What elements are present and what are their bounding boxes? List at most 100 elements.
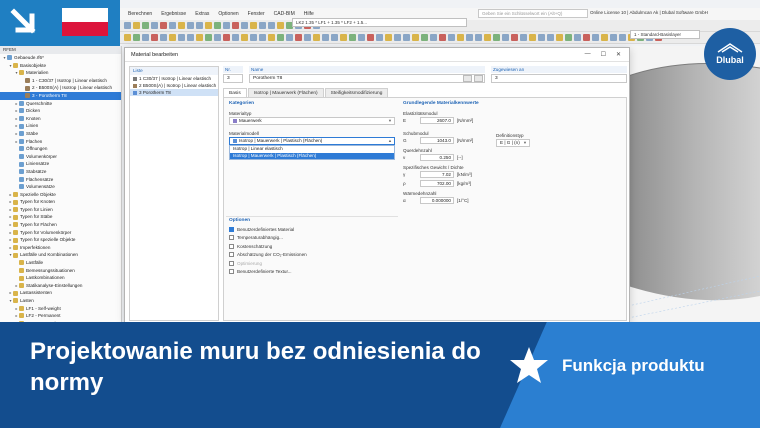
toolbar-button-icon[interactable] (214, 22, 221, 29)
toolbar-button-icon[interactable] (133, 22, 140, 29)
tree-item[interactable]: ▸ Typen für Stäbe (0, 213, 121, 221)
toolbar-button-icon[interactable] (277, 22, 284, 29)
tree-item[interactable]: Lastkombinationen (0, 274, 121, 282)
menu-item[interactable]: CAD-BIM (274, 11, 295, 17)
tree-item[interactable]: ▸ Typen für spezielle Objekte (0, 236, 121, 244)
toolbar-button-icon[interactable] (403, 34, 410, 41)
minimize-icon[interactable]: — (585, 51, 591, 58)
toolbar-button-icon[interactable] (241, 34, 248, 41)
toolbar-button-icon[interactable] (160, 34, 167, 41)
checkbox-icon[interactable] (229, 243, 234, 249)
toolbar-button-icon[interactable] (187, 22, 194, 29)
tree-item[interactable]: ▸ Flächen (0, 138, 121, 146)
toolbar-button-icon[interactable] (574, 34, 581, 41)
dialog-tab[interactable]: Isotrop | Mauerwerk (Flächen) (247, 88, 324, 97)
e-modulus-input[interactable]: 2607.0 (420, 117, 454, 124)
toolbar-button-icon[interactable] (385, 34, 392, 41)
model-viewport[interactable] (628, 46, 760, 322)
toolbar-button-icon[interactable] (349, 34, 356, 41)
tree-item[interactable]: ▸ LF1 - Self-weight (0, 305, 121, 313)
toolbar-button-icon[interactable] (601, 34, 608, 41)
toolbar-button-icon[interactable] (304, 34, 311, 41)
toolbar-button-icon[interactable] (214, 34, 221, 41)
tree-item[interactable]: ▸ Spezielle Objekte (0, 191, 121, 199)
toolbar-button-icon[interactable] (250, 22, 257, 29)
material-list-item[interactable]: 3 Porotherm T8 (130, 89, 218, 96)
toolbar-button-icon[interactable] (196, 34, 203, 41)
poisson-input[interactable]: 0.250 (420, 154, 454, 161)
toolbar-button-icon[interactable] (358, 34, 365, 41)
toolbar-button-icon[interactable] (322, 34, 329, 41)
toolbar-button-icon[interactable] (277, 34, 284, 41)
tree-item[interactable]: ▾ Gebaeude.rf6* (0, 54, 121, 62)
menu-item[interactable]: Hilfe (304, 11, 314, 17)
toolbar-button-icon[interactable] (547, 34, 554, 41)
checked-checkbox-icon[interactable] (229, 226, 234, 232)
edit-name-icon[interactable] (463, 75, 472, 82)
toolbar-button-icon[interactable] (205, 34, 212, 41)
search-input[interactable]: Geben Sie ein Schlüsselwort ein (Alt+Q) (478, 9, 588, 18)
tree-item[interactable]: ▾ Lasten (0, 297, 121, 305)
material-type-select[interactable]: Mauerwerk ▼ (229, 117, 395, 125)
tree-item[interactable]: Öffnungen (0, 145, 121, 153)
toolbar-button-icon[interactable] (493, 34, 500, 41)
maximize-icon[interactable]: ☐ (601, 51, 606, 58)
tree-item[interactable]: ▸ LF2 - Permanent (0, 312, 121, 320)
toolbar-button-icon[interactable] (259, 34, 266, 41)
number-field[interactable]: 3 (223, 74, 243, 83)
toolbar-button-icon[interactable] (484, 34, 491, 41)
close-icon[interactable]: ✕ (616, 51, 621, 58)
option-checkbox-row[interactable]: Benutzerdefinierte Textur... (226, 268, 398, 277)
tree-item[interactable]: ▸ Typen für Volumenkörper (0, 229, 121, 237)
toolbar-button-icon[interactable] (151, 34, 158, 41)
alpha-input[interactable]: 0.000000 (420, 197, 454, 204)
tree-item[interactable]: ▸ Statikanalyse-Einstellungen (0, 282, 121, 290)
tree-item[interactable]: ▸ Querschnitte (0, 100, 121, 108)
toolbar-button-icon[interactable] (259, 22, 266, 29)
toolbar-button-icon[interactable] (421, 34, 428, 41)
definition-type-select[interactable]: E | G | (n) ▼ (496, 139, 530, 147)
toolbar-button-icon[interactable] (169, 34, 176, 41)
tree-item[interactable]: Bemessungssituationen (0, 267, 121, 275)
tree-item[interactable]: ▸ Lastassistenten (0, 289, 121, 297)
basis-layer-select[interactable]: 1 - Standard-Basislayer (630, 30, 700, 39)
material-model-select[interactable]: Isotrop | Mauerwerk | Plastisch (Flächen… (229, 137, 395, 145)
toolbar-button-icon[interactable] (340, 34, 347, 41)
tree-item[interactable]: ▸ Linien (0, 122, 121, 130)
toolbar-button-icon[interactable] (142, 22, 149, 29)
tree-item[interactable]: ▸ Stäbe (0, 130, 121, 138)
toolbar-button-icon[interactable] (448, 34, 455, 41)
tree-item[interactable]: 1 - C30/37 | Isotrop | Linear elastisch (0, 77, 121, 85)
toolbar-button-icon[interactable] (619, 34, 626, 41)
option-checkbox-row[interactable]: Kostenschätzung (226, 242, 398, 251)
name-field[interactable]: Porotherm T8 (249, 74, 485, 83)
toolbar-button-icon[interactable] (610, 34, 617, 41)
tree-item[interactable]: ▸ Knoten (0, 115, 121, 123)
checkbox-icon[interactable] (229, 235, 234, 241)
option-checkbox-row[interactable]: Abschätzung der CO₂-Emissionen (226, 251, 398, 260)
toolbar-button-icon[interactable] (475, 34, 482, 41)
toolbar-button-icon[interactable] (592, 34, 599, 41)
toolbar-button-icon[interactable] (223, 34, 230, 41)
toolbar-button-icon[interactable] (286, 34, 293, 41)
toolbar-button-icon[interactable] (583, 34, 590, 41)
tree-item[interactable]: Liniensätze (0, 160, 121, 168)
option-checkbox-row[interactable]: Temperaturabhängig... (226, 234, 398, 243)
dialog-tab[interactable]: Steifigkeitsmodifizierung (324, 88, 389, 97)
toolbar-button-icon[interactable] (232, 22, 239, 29)
toolbar-button-icon[interactable] (232, 34, 239, 41)
menu-item[interactable]: Fenster (248, 11, 265, 17)
toolbar-button-icon[interactable] (313, 34, 320, 41)
toolbar-button-icon[interactable] (295, 34, 302, 41)
toolbar-button-icon[interactable] (529, 34, 536, 41)
toolbar-button-icon[interactable] (511, 34, 518, 41)
tree-item[interactable]: Volumenkörper (0, 153, 121, 161)
toolbar-button-icon[interactable] (178, 22, 185, 29)
toolbar-button-icon[interactable] (124, 22, 131, 29)
dialog-tab[interactable]: Basis (223, 88, 247, 97)
tree-item[interactable]: ▸ Typen für Flächen (0, 221, 121, 229)
rho-input[interactable]: 702.00 (420, 180, 454, 187)
toolbar-button-icon[interactable] (394, 34, 401, 41)
tree-item[interactable]: ▾ Lastfälle und Kombinationen (0, 251, 121, 259)
toolbar-button-icon[interactable] (250, 34, 257, 41)
